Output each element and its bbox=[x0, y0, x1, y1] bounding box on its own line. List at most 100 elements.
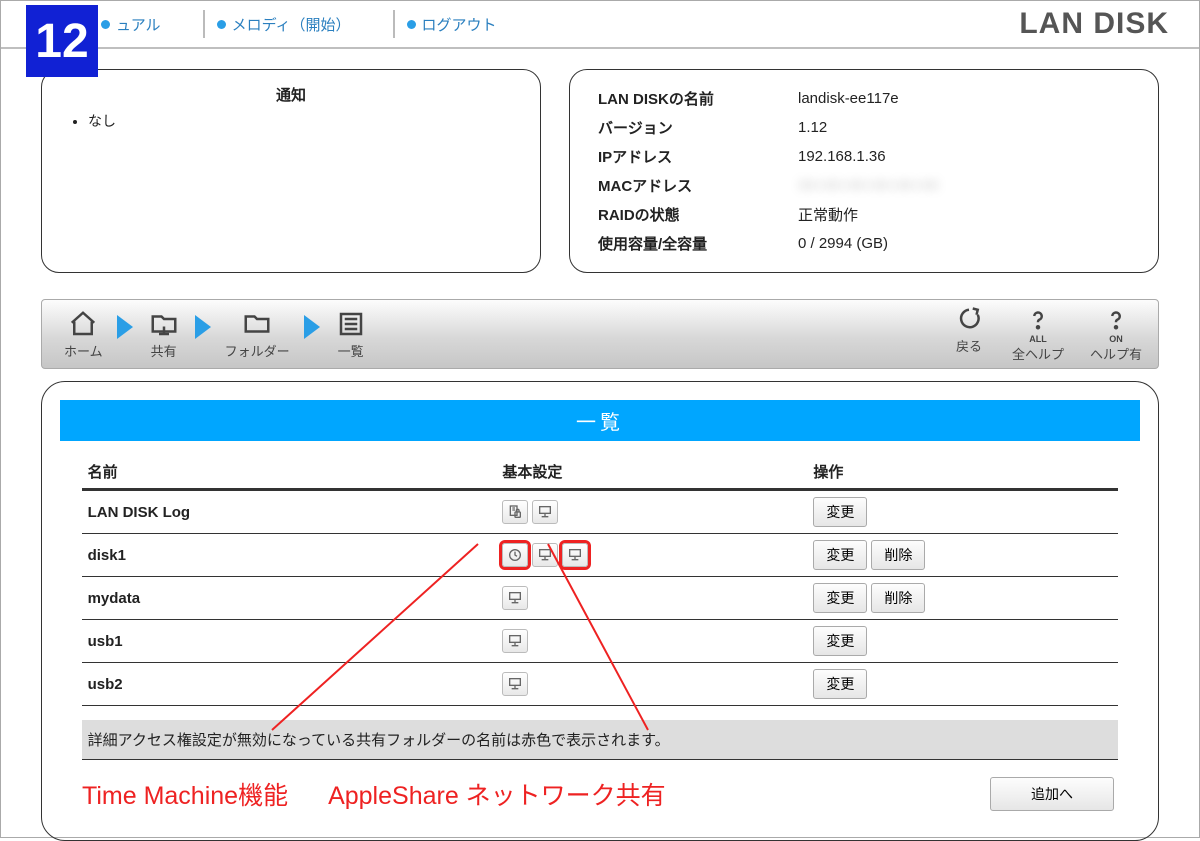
help-on-button[interactable]: ON ヘルプ有 bbox=[1090, 306, 1142, 363]
sysinfo-label: RAIDの状態 bbox=[594, 200, 794, 229]
notice-item: なし bbox=[88, 111, 516, 131]
help-on-sub: ON bbox=[1109, 334, 1123, 344]
nav-divider bbox=[203, 10, 205, 38]
sysinfo-value: landisk-ee117e bbox=[794, 84, 1134, 113]
crumb-home[interactable]: ホーム bbox=[64, 309, 103, 360]
delete-button[interactable]: 削除 bbox=[871, 583, 925, 613]
folder-icons-cell bbox=[496, 534, 807, 577]
edit-button[interactable]: 変更 bbox=[813, 669, 867, 699]
help-on-label: ヘルプ有 bbox=[1090, 344, 1142, 363]
crumb-folder-label: フォルダー bbox=[225, 341, 290, 360]
crumb-list: 一覧 bbox=[334, 309, 368, 360]
sysinfo-value: 192.168.1.36 bbox=[794, 142, 1134, 171]
notice-panel: 通知 なし bbox=[41, 69, 541, 273]
crumb-home-label: ホーム bbox=[64, 341, 103, 360]
nav-manual-label: ュアル bbox=[116, 14, 161, 35]
col-name: 名前 bbox=[82, 455, 497, 490]
net-share-icon bbox=[502, 629, 528, 653]
notice-title: 通知 bbox=[66, 84, 516, 105]
folder-name: usb2 bbox=[82, 663, 497, 706]
table-row: mydata 変更削除 bbox=[82, 577, 1119, 620]
access-note: 詳細アクセス権設定が無効になっている共有フォルダーの名前は赤色で表示されます。 bbox=[82, 720, 1119, 760]
edit-button[interactable]: 変更 bbox=[813, 583, 867, 613]
edit-button[interactable]: 変更 bbox=[813, 497, 867, 527]
col-ops: 操作 bbox=[807, 455, 1118, 490]
net-share-icon bbox=[532, 500, 558, 524]
sysinfo-value: 0 / 2994 (GB) bbox=[794, 229, 1134, 258]
list-icon bbox=[334, 309, 368, 339]
step-number-badge: 12 bbox=[26, 5, 98, 77]
table-row: LAN DISK Log 変更 bbox=[82, 490, 1119, 534]
table-row: usb2 変更 bbox=[82, 663, 1119, 706]
home-icon bbox=[66, 309, 100, 339]
folder-ops-cell: 変更 bbox=[807, 663, 1118, 706]
annotation-time-machine: Time Machine機能 bbox=[82, 776, 288, 812]
help-all-sub: ALL bbox=[1029, 334, 1047, 344]
sysinfo-label: MACアドレス bbox=[594, 171, 794, 200]
nav-melody-label: メロディ（開始） bbox=[232, 14, 351, 35]
folder-table: 名前 基本設定 操作 LAN DISK Log変更disk1変更削除mydata… bbox=[82, 455, 1119, 760]
sysinfo-value: XX:XX:XX:XX:XX:XX bbox=[794, 171, 1134, 200]
folder-icons-cell bbox=[496, 577, 807, 620]
sysinfo-label: 使用容量/全容量 bbox=[594, 229, 794, 258]
folder-ops-cell: 変更削除 bbox=[807, 534, 1118, 577]
sysinfo-value: 1.12 bbox=[794, 113, 1134, 142]
table-row: disk1 変更削除 bbox=[82, 534, 1119, 577]
sysinfo-label: LAN DISKの名前 bbox=[594, 84, 794, 113]
back-label: 戻る bbox=[956, 336, 982, 355]
breadcrumb-separator-icon bbox=[195, 315, 211, 339]
folder-icons-cell bbox=[496, 490, 807, 534]
folder-ops-cell: 変更削除 bbox=[807, 577, 1118, 620]
folder-name: mydata bbox=[82, 577, 497, 620]
edit-button[interactable]: 変更 bbox=[813, 540, 867, 570]
col-basic: 基本設定 bbox=[496, 455, 807, 490]
crumb-list-label: 一覧 bbox=[338, 341, 364, 360]
sysinfo-label: バージョン bbox=[594, 113, 794, 142]
folder-list-panel: 一覧 名前 基本設定 操作 LAN DISK Log変更disk1変更削除myd… bbox=[41, 381, 1159, 841]
nav-logout-label: ログアウト bbox=[422, 14, 497, 35]
net-share-icon bbox=[502, 586, 528, 610]
share-folder-icon bbox=[147, 309, 181, 339]
sysinfo-label: IPアドレス bbox=[594, 142, 794, 171]
folder-name: disk1 bbox=[82, 534, 497, 577]
folder-icons-cell bbox=[496, 620, 807, 663]
logo: LAN DISK bbox=[1019, 7, 1169, 41]
lock-doc-icon bbox=[502, 500, 528, 524]
net-share-icon bbox=[532, 543, 558, 567]
breadcrumb-separator-icon bbox=[117, 315, 133, 339]
top-nav: ュアル メロディ（開始） ログアウト LAN DISK bbox=[1, 1, 1199, 49]
folder-name: usb1 bbox=[82, 620, 497, 663]
back-icon bbox=[952, 306, 986, 336]
time-machine-icon bbox=[502, 543, 528, 567]
folder-ops-cell: 変更 bbox=[807, 490, 1118, 534]
back-button[interactable]: 戻る bbox=[952, 306, 986, 363]
apple-share-icon bbox=[562, 543, 588, 567]
add-button[interactable]: 追加へ bbox=[990, 777, 1114, 811]
notice-list: なし bbox=[66, 111, 516, 131]
delete-button[interactable]: 削除 bbox=[871, 540, 925, 570]
folder-icon bbox=[240, 309, 274, 339]
nav-divider bbox=[393, 10, 395, 38]
net-share-icon bbox=[502, 672, 528, 696]
crumb-share[interactable]: 共有 bbox=[147, 309, 181, 360]
help-icon bbox=[1021, 306, 1055, 336]
list-title: 一覧 bbox=[60, 400, 1140, 441]
help-all-label: 全ヘルプ bbox=[1012, 344, 1064, 363]
nav-logout[interactable]: ログアウト bbox=[407, 14, 497, 35]
folder-name: LAN DISK Log bbox=[82, 490, 497, 534]
folder-icons-cell bbox=[496, 663, 807, 706]
folder-ops-cell: 変更 bbox=[807, 620, 1118, 663]
help-icon bbox=[1099, 306, 1133, 336]
crumb-folder[interactable]: フォルダー bbox=[225, 309, 290, 360]
breadcrumb-bar: ホーム 共有 フォルダー 一覧 戻る ALL 全ヘルプ ON ヘルプ有 bbox=[41, 299, 1159, 369]
edit-button[interactable]: 変更 bbox=[813, 626, 867, 656]
table-row: usb1 変更 bbox=[82, 620, 1119, 663]
annotation-apple-share: AppleShare ネットワーク共有 bbox=[328, 776, 666, 812]
nav-melody[interactable]: メロディ（開始） bbox=[217, 14, 351, 35]
sysinfo-value: 正常動作 bbox=[794, 200, 1134, 229]
sysinfo-panel: LAN DISKの名前landisk-ee117eバージョン1.12IPアドレス… bbox=[569, 69, 1159, 273]
breadcrumb-separator-icon bbox=[304, 315, 320, 339]
crumb-share-label: 共有 bbox=[151, 341, 177, 360]
nav-manual[interactable]: ュアル bbox=[101, 14, 161, 35]
help-all-button[interactable]: ALL 全ヘルプ bbox=[1012, 306, 1064, 363]
